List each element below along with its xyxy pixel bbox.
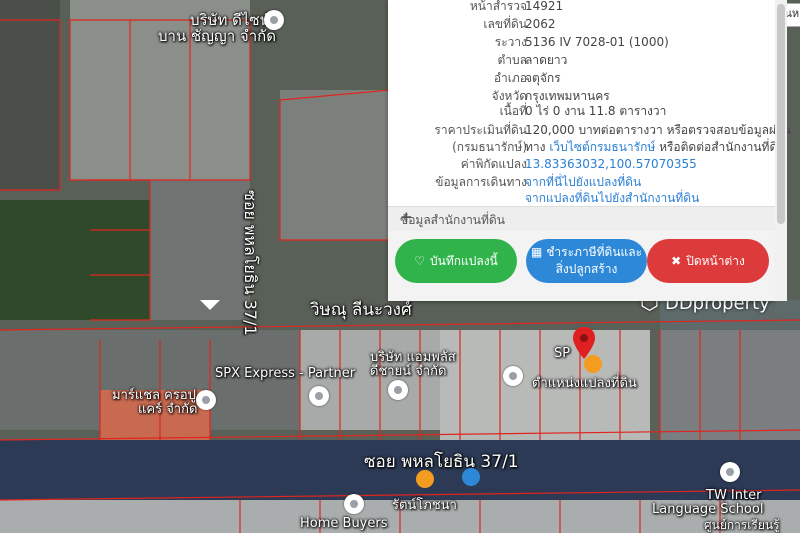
heart-icon: ♡ <box>414 253 425 268</box>
shop-icon[interactable] <box>462 468 480 486</box>
info-key: (กรมธนารักษ์) <box>452 140 527 154</box>
school-pin-icon[interactable] <box>720 462 740 482</box>
pay-tax-label-line2: สิ่งปลูกสร้าง <box>555 262 618 276</box>
info-value-text: หรือติดต่อสำนักงานที่ดิน <box>655 140 786 154</box>
place-pin-icon[interactable] <box>503 366 523 386</box>
place-pin-icon[interactable] <box>388 380 408 400</box>
info-value: 2062 <box>525 17 556 31</box>
info-value-text: ทาง <box>525 140 550 154</box>
calculator-icon: ▦ <box>530 245 543 259</box>
save-parcel-label: บันทึกแปลงนี้ <box>430 253 498 268</box>
info-key: ข้อมูลการเดินทาง <box>435 175 527 189</box>
land-office-section-toggle[interactable]: ข้อมูลสำนักงานที่ดิน + <box>388 206 775 231</box>
info-key: เลขที่ดิน <box>483 17 527 31</box>
info-key: ตำบล <box>497 53 527 67</box>
map-label: Home Buyers <box>300 516 388 531</box>
pay-land-tax-button[interactable]: ▦ ชำระภาษีที่ดินและ สิ่งปลูกสร้าง <box>526 239 647 283</box>
expand-plus-icon[interactable]: + <box>400 208 765 226</box>
map-label: รัตน์โภชนา <box>392 498 457 513</box>
close-window-label: ปิดหน้าต่าง <box>686 253 745 268</box>
treasury-website-link[interactable]: เว็บไซต์กรมธนารักษ์ <box>549 140 655 154</box>
place-pin-icon[interactable] <box>344 494 364 514</box>
save-parcel-button[interactable]: ♡ บันทึกแปลงนี้ <box>395 239 517 283</box>
map-label: ดีชายน์ จำกัด <box>370 364 447 379</box>
restaurant-icon[interactable] <box>416 470 434 488</box>
info-key: ระวาง <box>494 35 527 49</box>
coordinates-link[interactable]: 13.83363032,100.57070355 <box>525 155 697 173</box>
action-buttons: ♡ บันทึกแปลงนี้ ▦ ชำระภาษีที่ดินและ สิ่งป… <box>388 231 775 301</box>
info-value: 0 ไร่ 0 งาน 11.8 ตารางวา <box>525 104 667 118</box>
map-label: ศูนย์การเรียนรู้ <box>704 518 780 532</box>
info-value: ทาง เว็บไซต์กรมธนารักษ์ หรือติดต่อสำนักง… <box>525 138 785 156</box>
parcel-info-popup: หน้าสำรวจ 14921 เลขที่ดิน 2062 ระวาง 5136 I… <box>388 0 791 301</box>
scrollbar-thumb[interactable] <box>777 4 785 224</box>
info-value: 120,000 บาทต่อตารางวา หรือตรวจสอบข้อมูลผ… <box>525 123 791 137</box>
map-label: แคร์ จำกัด <box>138 402 198 417</box>
map-label: SP <box>554 346 571 361</box>
info-key: อำเภอ <box>493 71 527 85</box>
place-pin-icon[interactable] <box>196 390 216 410</box>
map-label-soi-horizontal: ซอย พหลโยธิน 37/1 <box>364 452 519 472</box>
info-key: ค่าพิกัดแปลง <box>460 157 527 171</box>
info-value: จตุจักร <box>525 71 561 85</box>
place-pin-icon[interactable] <box>309 386 329 406</box>
info-key: ราคาประเมินที่ดิน <box>434 123 527 137</box>
map-label: บาน ชัญญา จำกัด <box>158 27 276 45</box>
info-key: หน้าสำรวจ <box>469 0 527 13</box>
info-key: เนื้อที่ <box>499 104 527 118</box>
close-icon: ✖ <box>671 253 682 268</box>
map-label: Language School <box>652 502 764 517</box>
info-value: ลาดยาว <box>525 53 568 67</box>
map-label-soi-vertical: ซอย พหลโยธิน 37/1 <box>241 190 260 336</box>
directions-to-office-link[interactable]: จากแปลงที่ดินไปยังสำนักงานที่ดิน <box>525 189 699 207</box>
parcel-location-pin-icon[interactable] <box>572 326 596 360</box>
place-pin-icon[interactable] <box>264 10 284 30</box>
map-label: SPX Express - Partner <box>215 366 356 381</box>
info-value: 5136 IV 7028-01 (1000) <box>525 35 669 49</box>
info-value: 14921 <box>525 0 564 13</box>
close-window-button[interactable]: ✖ ปิดหน้าต่าง <box>647 239 769 283</box>
map-label: TW Inter <box>706 488 762 503</box>
pay-tax-label-line1: ชำระภาษีที่ดินและ <box>546 245 643 259</box>
map-label: ตำแหน่งแปลงที่ดิน <box>532 376 637 391</box>
popup-pointer <box>200 300 220 310</box>
popup-scrollbar[interactable] <box>775 0 787 301</box>
